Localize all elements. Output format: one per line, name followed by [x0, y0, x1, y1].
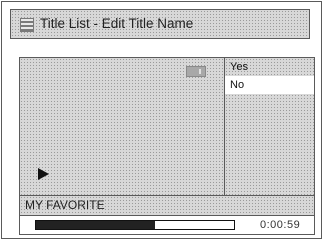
progress-fill: [36, 221, 155, 229]
title-bar: Title List - Edit Title Name: [10, 9, 310, 39]
menu-item-no[interactable]: No: [225, 76, 314, 94]
marker-icon: [186, 66, 206, 77]
confirm-menu: Yes No: [225, 58, 314, 195]
playback-row: 0:00:59: [20, 215, 314, 234]
progress-bar: [35, 220, 235, 230]
screen-frame: Title List - Edit Title Name Yes No MY F…: [1, 1, 322, 239]
title-name: MY FAVORITE: [25, 198, 105, 212]
menu-item-yes[interactable]: Yes: [225, 58, 314, 76]
elapsed-time: 0:00:59: [260, 219, 301, 231]
play-icon: [38, 168, 49, 180]
title-name-row: MY FAVORITE: [20, 195, 314, 215]
video-preview: [20, 58, 225, 195]
title-list-icon: [20, 18, 34, 32]
edit-panel: Yes No MY FAVORITE 0:00:59: [19, 57, 315, 235]
page-title: Title List - Edit Title Name: [40, 16, 194, 31]
